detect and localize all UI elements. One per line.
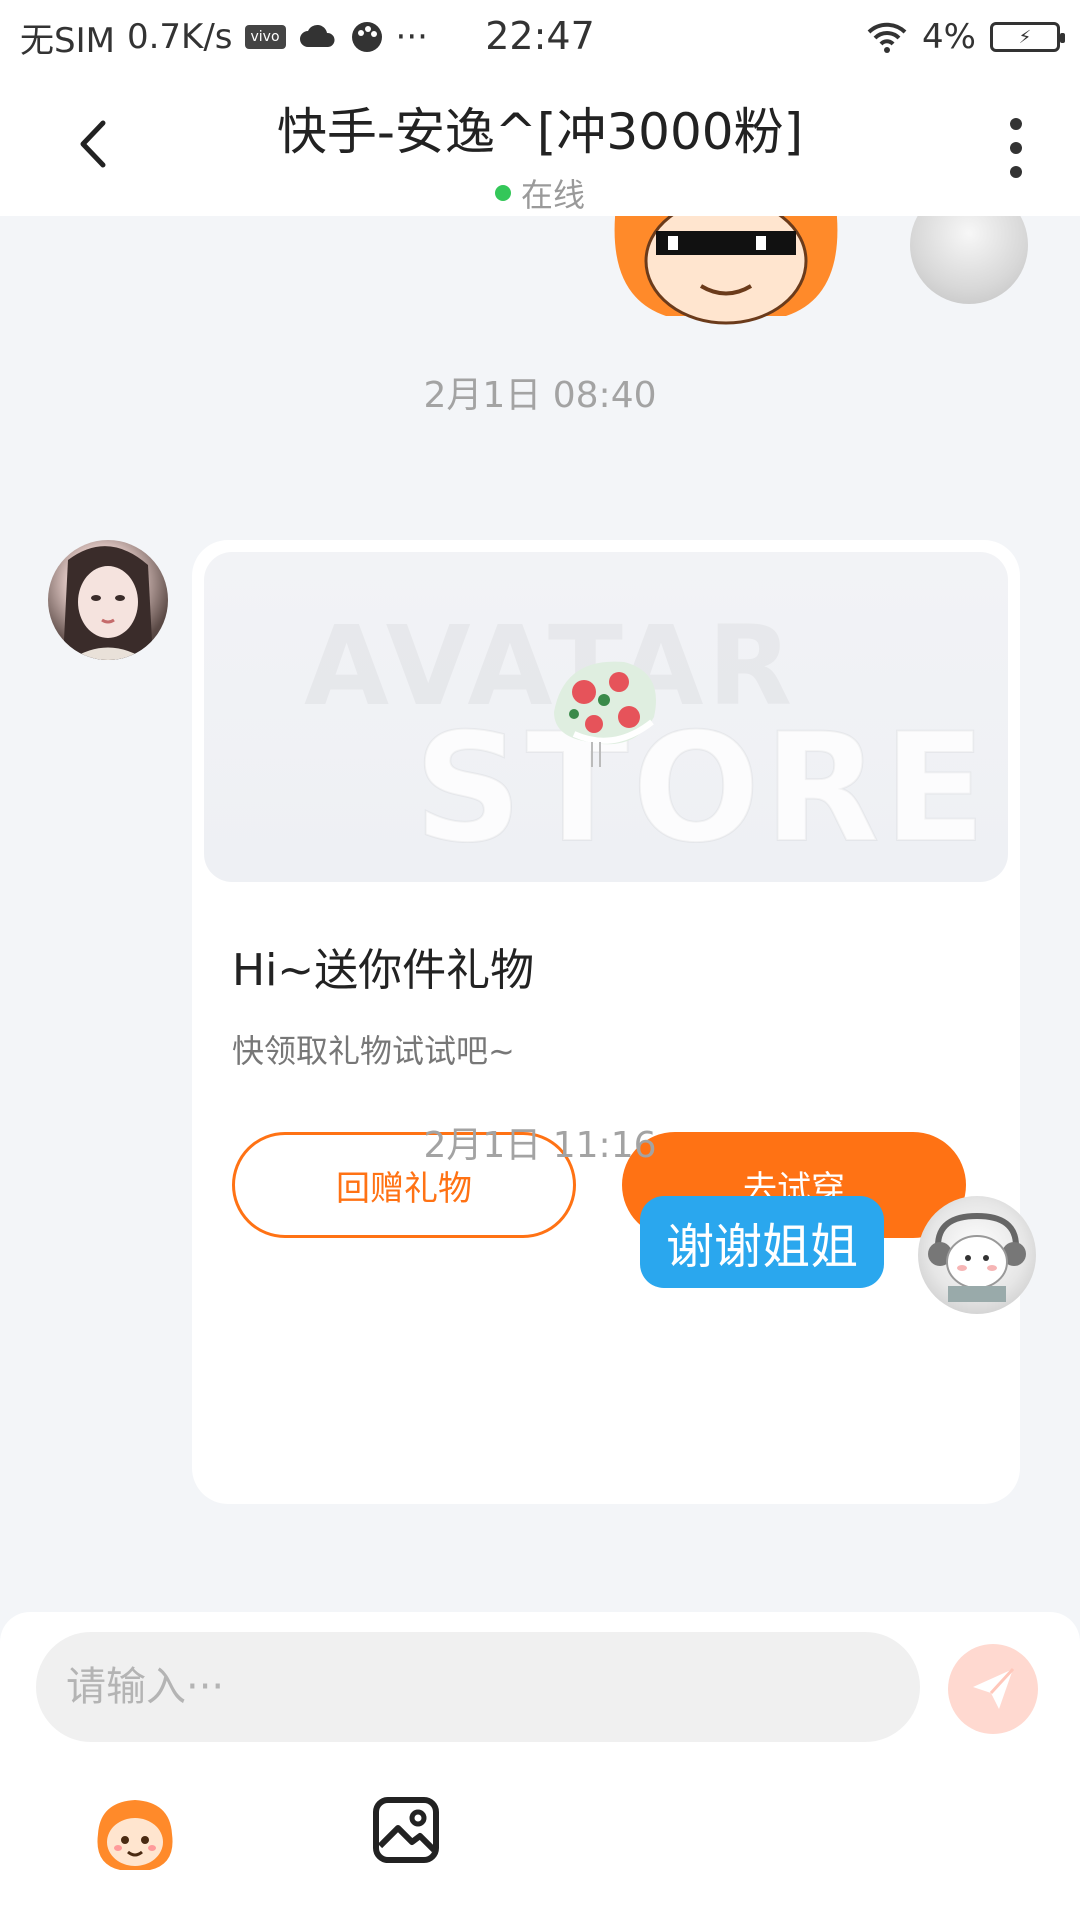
gift-title: Hi~送你件礼物 <box>232 945 535 996</box>
gift-subtitle: 快领取礼物试试吧~ <box>232 1032 515 1070</box>
online-dot-icon <box>494 185 511 201</box>
image-button[interactable] <box>372 1796 440 1864</box>
online-status: 在线 <box>0 170 1080 216</box>
chat-header: 快手-安逸^[冲3000粉] 在线 <box>0 74 1080 216</box>
my-message-bubble[interactable]: 谢谢姐姐 <box>639 1196 884 1288</box>
composer <box>0 1612 1080 1920</box>
send-button[interactable] <box>948 1644 1038 1734</box>
gift-preview[interactable]: AVATAR STORE <box>204 552 1008 882</box>
cool-face-sticker <box>614 216 838 325</box>
kuaishou-emoji-icon <box>97 1800 173 1870</box>
dot-icon <box>1010 118 1022 130</box>
battery-icon: ⚡ <box>990 22 1065 52</box>
chat-area[interactable]: 2月1日 08:40 AVATAR STORE <box>0 216 1080 1612</box>
contact-avatar[interactable] <box>48 540 168 660</box>
gift-card: AVATAR STORE Hi~送你件礼物 快领取礼物试试吧~ 回赠礼物 去试穿 <box>192 540 1020 1504</box>
online-label: 在线 <box>520 176 585 214</box>
my-avatar[interactable] <box>918 1196 1036 1314</box>
girl-portrait-image <box>63 546 153 660</box>
floral-hat-image <box>554 661 656 767</box>
clock: 22:47 <box>485 14 595 58</box>
image-icon <box>373 1797 439 1863</box>
dot-icon <box>1010 166 1022 178</box>
status-bar: 无SIM 0.7K/s vivo ··· 22:47 4% ⚡ <box>0 0 1080 74</box>
timestamp: 2月1日 08:40 <box>423 375 657 416</box>
send-icon <box>973 1667 1015 1709</box>
watermark-store: STORE <box>413 701 990 877</box>
message-input[interactable] <box>36 1632 920 1742</box>
my-avatar[interactable] <box>910 216 1028 304</box>
cartoon-avatar-image <box>928 1212 1026 1302</box>
dot-icon <box>1010 142 1022 154</box>
page-title: 快手-安逸^[冲3000粉] <box>276 103 804 161</box>
title-block: 快手-安逸^[冲3000粉] 在线 <box>0 92 1080 216</box>
emoji-button[interactable] <box>90 1794 180 1874</box>
timestamp: 2月1日 11:16 <box>423 1125 657 1166</box>
more-options-button[interactable] <box>996 118 1036 178</box>
